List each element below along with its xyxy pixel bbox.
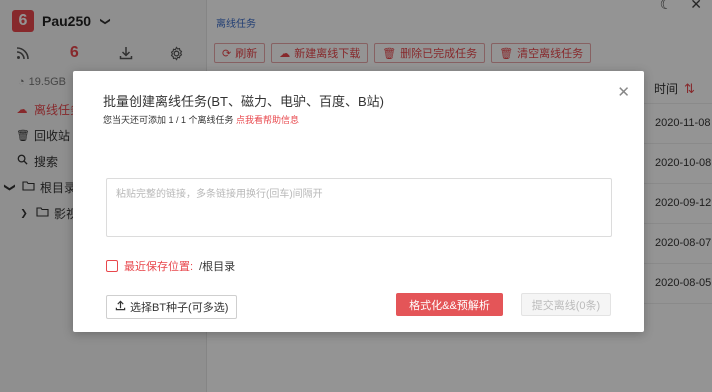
quota-text: 您当天还可添加 1 / 1 个离线任务 bbox=[103, 115, 237, 125]
batch-offline-dialog: 批量创建离线任务(BT、磁力、电驴、百度、B站) ✕ 您当天还可添加 1 / 1… bbox=[73, 71, 644, 332]
save-location-label: 最近保存位置: bbox=[124, 261, 194, 273]
dialog-subtitle: 您当天还可添加 1 / 1 个离线任务 点我看帮助信息 bbox=[103, 113, 299, 126]
close-icon[interactable]: ✕ bbox=[617, 83, 630, 101]
save-location-row: 最近保存位置: /根目录 bbox=[106, 258, 235, 274]
upload-icon bbox=[115, 300, 126, 314]
format-preparse-button[interactable]: 格式化&&预解析 bbox=[396, 293, 503, 316]
select-bt-seed-label: 选择BT种子(可多选) bbox=[130, 302, 229, 314]
dialog-title: 批量创建离线任务(BT、磁力、电驴、百度、B站) bbox=[103, 94, 384, 109]
save-location-path[interactable]: /根目录 bbox=[199, 258, 235, 274]
submit-offline-button[interactable]: 提交离线(0条) bbox=[521, 293, 611, 316]
select-bt-seed-button[interactable]: 选择BT种子(可多选) bbox=[106, 295, 238, 319]
links-textarea[interactable] bbox=[106, 178, 612, 237]
help-link[interactable]: 点我看帮助信息 bbox=[236, 115, 299, 125]
save-location-checkbox[interactable] bbox=[106, 260, 118, 272]
